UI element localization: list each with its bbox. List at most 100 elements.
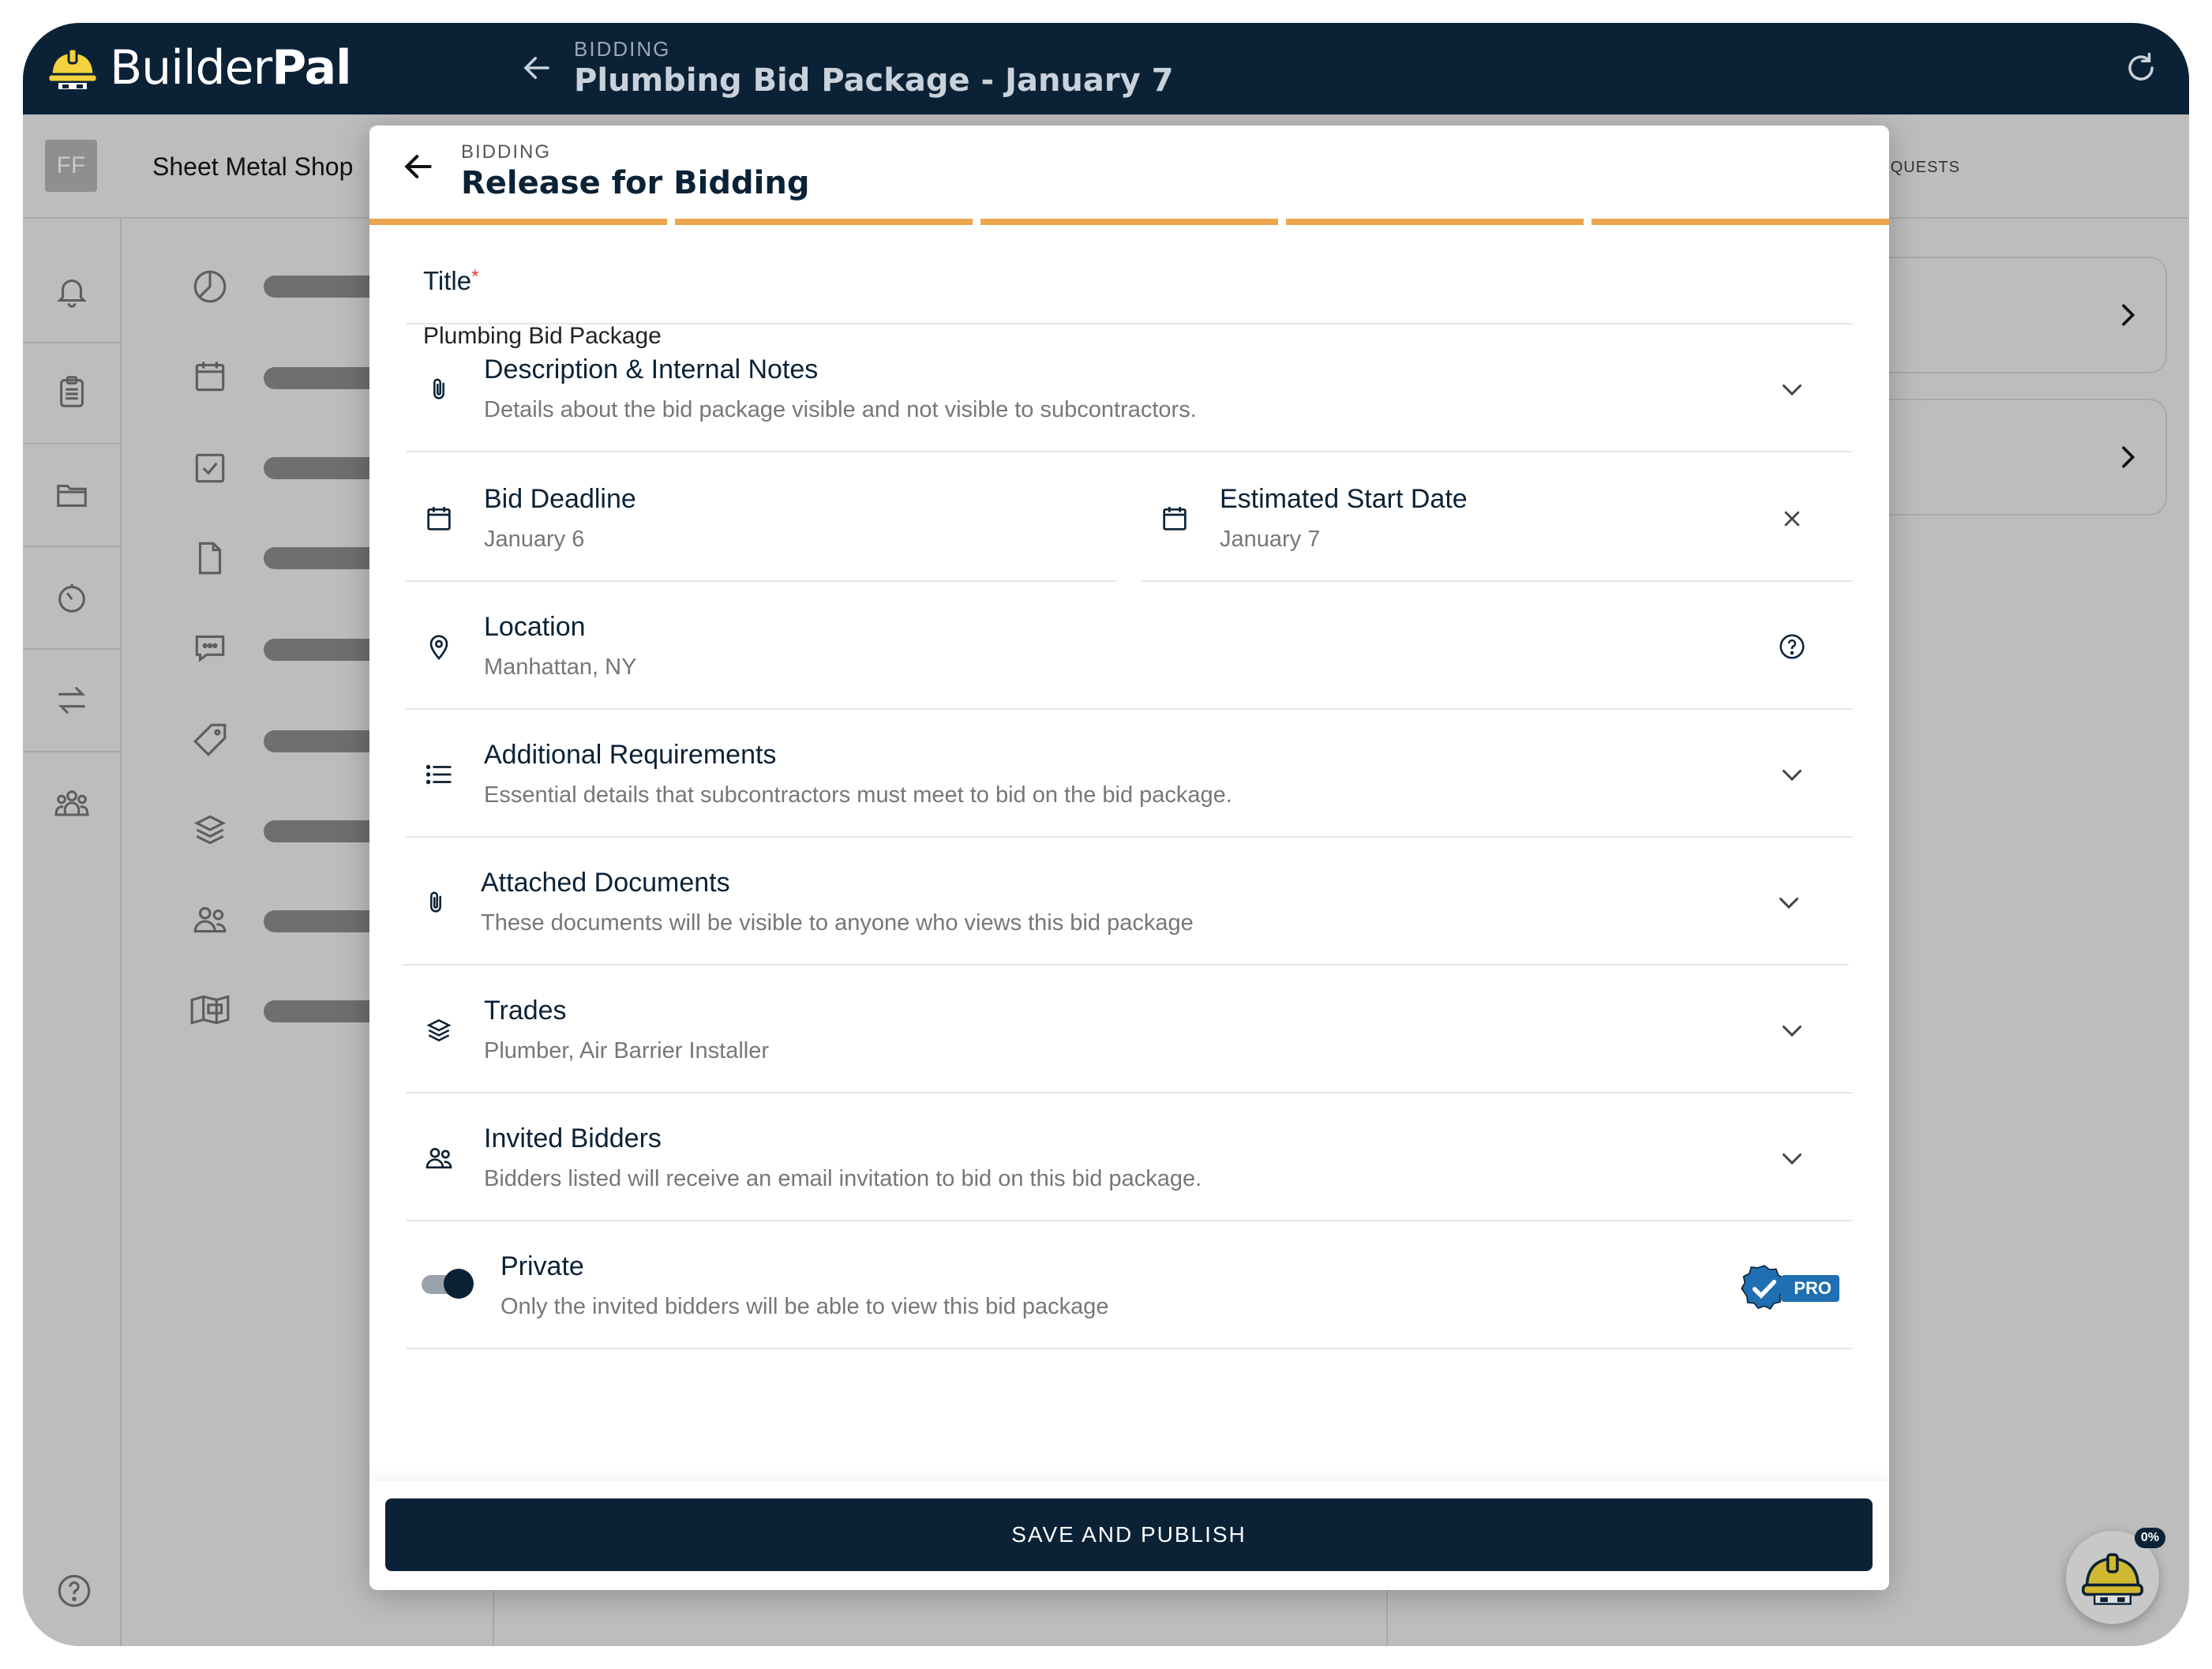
toggle-knob — [444, 1269, 474, 1299]
documents-row[interactable]: Attached Documents These documents will … — [403, 838, 1849, 966]
modal-footer: SAVE AND PUBLISH — [369, 1481, 1889, 1590]
start-date-row[interactable]: Estimated Start Date January 7 — [1142, 454, 1852, 582]
bid-deadline-row[interactable]: Bid Deadline January 6 — [406, 454, 1116, 582]
team-icon[interactable] — [48, 781, 96, 828]
location-value: Manhattan, NY — [484, 654, 637, 680]
arrow-left-icon — [523, 57, 549, 79]
refresh-button[interactable] — [2124, 51, 2158, 88]
layers-icon — [420, 1011, 458, 1049]
bell-icon[interactable] — [48, 268, 96, 315]
arrow-left-icon — [404, 155, 432, 178]
description-desc: Details about the bid package visible an… — [484, 397, 1197, 422]
chat-icon[interactable] — [186, 624, 234, 672]
top-bar: BuilderPal BIDDING Plumbing Bid Package … — [23, 23, 2189, 114]
pro-label: PRO — [1781, 1275, 1839, 1302]
location-row[interactable]: Location Manhattan, NY — [406, 582, 1852, 710]
users-icon — [420, 1139, 458, 1177]
left-rail — [23, 219, 122, 1646]
calendar-icon[interactable] — [186, 353, 234, 400]
chevron-down-icon[interactable] — [1773, 1011, 1811, 1049]
bidders-desc: Bidders listed will receive an email inv… — [484, 1166, 1202, 1191]
progress-step — [1592, 219, 1889, 225]
trades-value: Plumber, Air Barrier Installer — [484, 1038, 770, 1063]
help-button[interactable] — [54, 1571, 94, 1615]
bidders-row[interactable]: Invited Bidders Bidders listed will rece… — [406, 1093, 1852, 1221]
documents-desc: These documents will be visible to anyon… — [481, 910, 1194, 936]
clipboard-icon[interactable] — [48, 369, 96, 416]
location-pin-icon — [420, 628, 458, 666]
checkbox-icon[interactable] — [186, 444, 234, 492]
requirements-label: Additional Requirements — [484, 740, 777, 770]
avatar[interactable]: FF — [45, 140, 97, 192]
logo-text: BuilderPal — [110, 40, 352, 96]
chevron-down-icon[interactable] — [1773, 370, 1811, 408]
transfer-icon[interactable] — [48, 677, 96, 724]
map-icon[interactable] — [186, 986, 234, 1033]
paperclip-icon — [420, 370, 458, 408]
release-for-bidding-modal: BIDDING Release for Bidding Title* Plumb… — [369, 126, 1889, 1590]
chevron-right-icon — [2112, 441, 2143, 477]
step-progress — [369, 219, 1889, 225]
calendar-icon — [420, 500, 458, 538]
close-icon — [1784, 511, 1800, 527]
assistant-button[interactable]: 0% — [2066, 1528, 2165, 1624]
private-desc: Only the invited bidders will be able to… — [501, 1294, 1109, 1319]
bid-deadline-value: January 6 — [484, 527, 585, 552]
title-field-label: Title* — [423, 266, 479, 295]
start-date-value: January 7 — [1220, 527, 1321, 552]
list-icon — [420, 756, 458, 793]
rail-divider — [23, 546, 122, 547]
timer-icon[interactable] — [48, 574, 96, 621]
trades-row[interactable]: Trades Plumber, Air Barrier Installer — [406, 966, 1852, 1093]
progress-step — [1286, 219, 1584, 225]
private-toggle[interactable] — [422, 1269, 474, 1300]
rail-divider — [23, 443, 122, 444]
folder-icon[interactable] — [48, 471, 96, 519]
progress-step — [675, 219, 973, 225]
builderpal-logo[interactable]: BuilderPal — [45, 40, 352, 96]
paperclip-icon — [417, 883, 455, 921]
progress-step — [980, 219, 1278, 225]
header-title: Plumbing Bid Package - January 7 — [574, 62, 1174, 99]
pro-badge: PRO — [1738, 1262, 1839, 1315]
documents-label: Attached Documents — [481, 868, 730, 898]
hardhat-logo-icon — [47, 47, 99, 91]
requirements-row[interactable]: Additional Requirements Essential detail… — [406, 710, 1852, 838]
chevron-right-icon — [2112, 299, 2143, 335]
document-icon[interactable] — [186, 534, 234, 582]
header-back-button[interactable] — [520, 51, 553, 88]
header-section: BIDDING — [574, 37, 671, 61]
chevron-down-icon[interactable] — [1773, 756, 1811, 793]
hardhat-icon — [2082, 1553, 2143, 1605]
clear-date-button[interactable] — [1773, 500, 1811, 538]
layers-icon[interactable] — [186, 806, 234, 853]
users-icon[interactable] — [186, 896, 234, 943]
assistant-progress-badge: 0% — [2134, 1528, 2165, 1548]
modal-title: Release for Bidding — [461, 165, 810, 201]
save-and-publish-button[interactable]: SAVE AND PUBLISH — [385, 1498, 1873, 1571]
rail-divider — [23, 648, 122, 650]
help-icon — [58, 1574, 91, 1607]
location-label: Location — [484, 612, 586, 642]
refresh-icon — [2128, 52, 2154, 81]
calendar-icon — [1156, 500, 1194, 538]
description-row[interactable]: Description & Internal Notes Details abo… — [406, 324, 1852, 452]
pie-chart-icon[interactable] — [186, 263, 234, 310]
requirements-desc: Essential details that subcontractors mu… — [484, 782, 1232, 808]
private-label: Private — [501, 1251, 584, 1281]
chevron-down-icon[interactable] — [1773, 1139, 1811, 1177]
progress-step — [369, 219, 667, 225]
modal-back-button[interactable] — [401, 149, 436, 188]
org-name[interactable]: Sheet Metal Shop — [152, 152, 353, 182]
trades-label: Trades — [484, 996, 567, 1026]
bid-deadline-label: Bid Deadline — [484, 484, 636, 514]
help-circle-icon[interactable] — [1773, 628, 1811, 666]
rail-divider — [23, 342, 122, 343]
bidders-label: Invited Bidders — [484, 1123, 662, 1153]
start-date-label: Estimated Start Date — [1220, 484, 1468, 514]
description-label: Description & Internal Notes — [484, 354, 819, 384]
private-row: Private Only the invited bidders will be… — [406, 1221, 1852, 1349]
rail-divider — [23, 751, 122, 752]
tag-icon[interactable] — [186, 716, 234, 763]
chevron-down-icon[interactable] — [1770, 883, 1808, 921]
